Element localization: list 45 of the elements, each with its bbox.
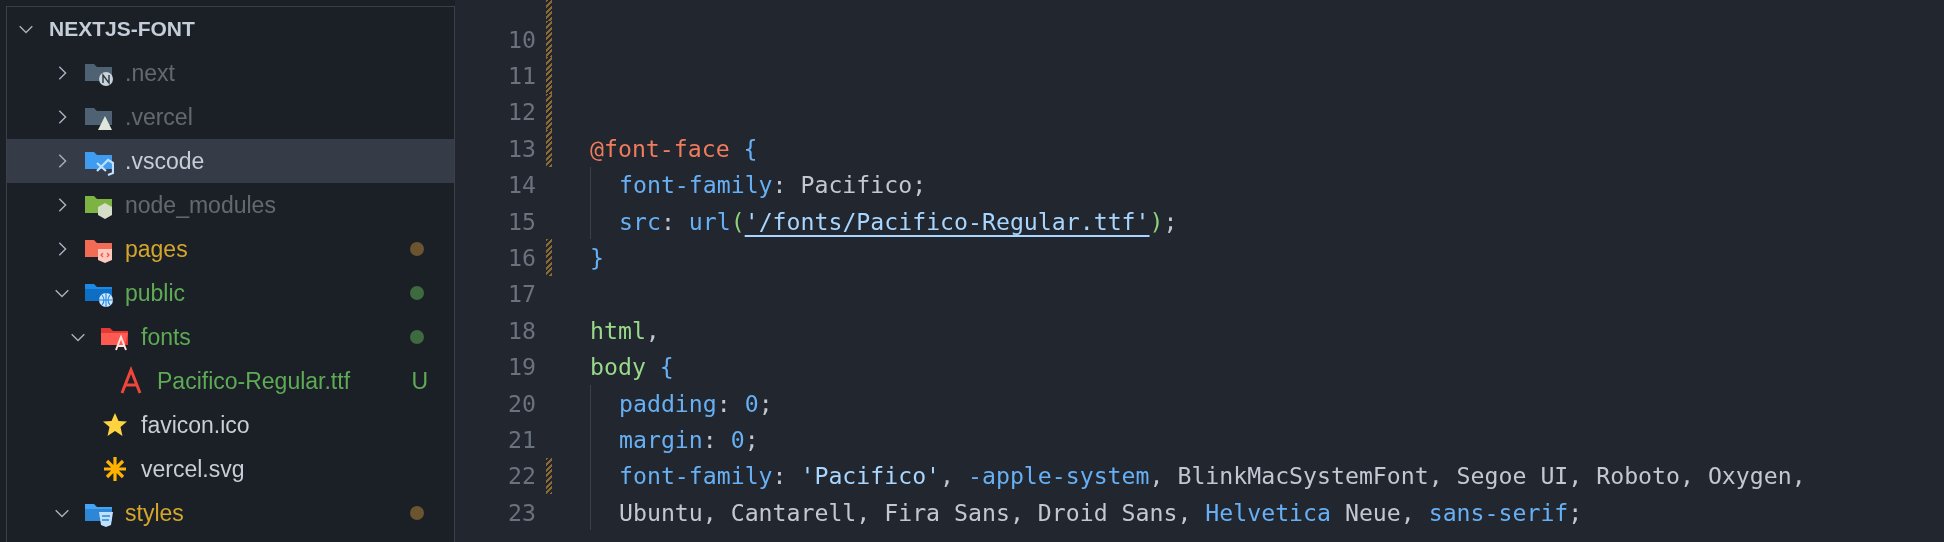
file-name: node_modules xyxy=(125,191,276,219)
line-number: 21 xyxy=(507,426,536,453)
tree-item[interactable]: vercel.svg xyxy=(7,447,454,491)
project-title[interactable]: NEXTJS-FONT xyxy=(49,17,195,41)
line-number: 22 xyxy=(507,462,536,490)
code-line: font-family: 'Pacifico', -apple-system, BlinkMacSystemFont, Segoe UI, Roboto, Oxygen, xyxy=(590,457,1806,495)
file-name: styles xyxy=(125,499,184,527)
file-name: fonts xyxy=(141,323,191,351)
file-name: vercel.svg xyxy=(141,455,245,483)
line-number: 15 xyxy=(507,207,536,235)
line-number: 18 xyxy=(507,316,536,344)
git-status: U xyxy=(411,367,428,395)
tree-item[interactable]: .vscode xyxy=(7,139,454,183)
tree-item[interactable]: styles xyxy=(7,491,454,535)
line-number: 11 xyxy=(507,62,536,90)
line-number: 10 xyxy=(507,25,536,53)
code-line: body { xyxy=(590,352,674,383)
file-name: favicon.ico xyxy=(141,411,250,439)
code-line: html, xyxy=(590,315,660,346)
line-number: 13 xyxy=(507,134,536,162)
line-number: 17 xyxy=(507,280,536,308)
file-name: .vercel xyxy=(125,103,193,131)
line-number: 19 xyxy=(507,353,536,381)
code-line: margin: 0; xyxy=(590,421,759,458)
code-line: padding: 0; xyxy=(590,384,773,422)
file-name: public xyxy=(125,279,186,307)
line-number: 23 xyxy=(507,498,536,526)
tree-item[interactable]: public xyxy=(7,271,454,315)
line-number: 12 xyxy=(507,98,536,126)
code-line: font-family: Pacifico; xyxy=(590,166,927,203)
code-line: Ubuntu, Cantarell, Fira Sans, Droid Sans, Helvetica Neue, sans-serif; xyxy=(590,494,1583,531)
tree-item[interactable]: pages xyxy=(7,227,454,271)
code-line: src: url('/fonts/Pacifico-Regular.ttf'); xyxy=(590,202,1178,240)
tree-item[interactable]: fonts xyxy=(7,315,454,359)
tree-item[interactable]: Pacifico-Regular.ttf U xyxy=(7,359,454,403)
line-number: 14 xyxy=(507,171,536,199)
tree-item[interactable]: favicon.ico xyxy=(7,403,454,447)
code-line: @font-face { xyxy=(590,133,758,164)
file-name: pages xyxy=(125,235,188,263)
line-number: 16 xyxy=(507,244,536,272)
file-name: .vscode xyxy=(125,147,205,175)
code-line: } xyxy=(590,243,604,274)
file-name: Pacifico-Regular.ttf xyxy=(157,367,351,395)
file-name: .next xyxy=(125,59,175,87)
line-number: 20 xyxy=(507,389,536,417)
